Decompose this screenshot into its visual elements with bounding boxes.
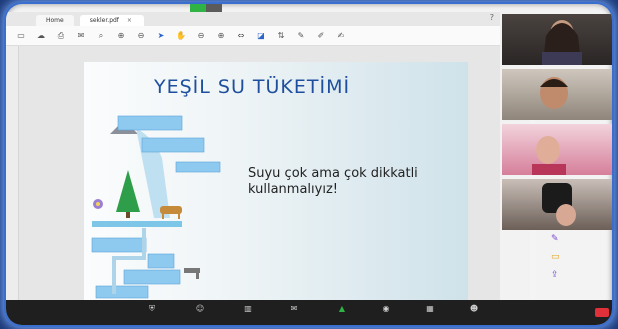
video-tile[interactable] [502, 14, 612, 65]
breakout-rooms-icon: ▦ [426, 304, 434, 313]
slide-body-text: Suyu çok ama çok dikkatli kullanmalıyız! [248, 166, 418, 197]
participant-video [542, 20, 582, 65]
app-window: Home sekler.pdf × ? ▭ ☁ ⎙ ✉ ⌕ ⊕ ⊖ ➤ ✋ ⊖ … [6, 4, 612, 325]
view-mode-icon[interactable]: ◪ [256, 31, 266, 40]
reactions-button[interactable]: ☻ [454, 303, 494, 316]
water-cycle-diagram [91, 115, 221, 299]
video-tile[interactable] [502, 124, 612, 175]
slide-page: YEŞİL SU TÜKETİMİ Suyu çok ama çok dikka… [84, 62, 468, 300]
meeting-controls-bar: ⛨ ☺ ▥ ✉ ▲ ◉ ▦ ☻ [6, 300, 612, 325]
record-icon: ◉ [382, 304, 390, 313]
security-icon: ⛨ [149, 304, 155, 313]
export-icon[interactable]: ⇪ [551, 270, 559, 280]
comment-icon[interactable]: ✎ [296, 31, 306, 40]
hand-icon[interactable]: ✋ [176, 31, 186, 40]
share-screen-icon: ▲ [338, 304, 346, 313]
pdf-toolbar: ▭ ☁ ⎙ ✉ ⌕ ⊕ ⊖ ➤ ✋ ⊖ ⊕ ⇔ ◪ ⇅ ✎ ✐ ✍ [6, 26, 500, 46]
pdf-tab-bar: Home sekler.pdf × ? [6, 12, 500, 26]
chat-icon: ✉ [290, 304, 298, 313]
tab-document[interactable]: sekler.pdf × [79, 15, 144, 26]
record-button[interactable]: ◉ [366, 303, 406, 316]
participant-video [542, 183, 576, 226]
video-tile[interactable] [502, 179, 612, 230]
cursor-icon[interactable]: ➤ [156, 31, 166, 40]
page-down-icon[interactable]: ⊖ [136, 31, 146, 40]
participants-icon: ☺ [195, 304, 205, 313]
video-tile[interactable] [502, 69, 612, 120]
folder-icon[interactable]: ▭ [551, 252, 560, 262]
breakout-rooms-button[interactable]: ▦ [410, 303, 450, 316]
cloud-icon[interactable]: ☁ [36, 31, 46, 40]
chat-button[interactable]: ✉ [274, 303, 314, 316]
security-button[interactable]: ⛨ [132, 303, 172, 316]
help-icon[interactable]: ? [490, 13, 494, 22]
screen-share-banner [190, 4, 222, 13]
tab-home[interactable]: Home [36, 15, 74, 26]
sign-icon[interactable]: ✍ [336, 31, 346, 40]
mail-icon[interactable]: ✉ [76, 31, 86, 40]
polls-icon: ▥ [244, 304, 252, 313]
scroll-mode-icon[interactable]: ⇅ [276, 31, 286, 40]
slide-title: YEŞİL SU TÜKETİMİ [154, 76, 351, 98]
print-icon[interactable]: ⎙ [56, 31, 66, 41]
polls-button[interactable]: ▥ [228, 303, 268, 316]
new-icon[interactable]: ▭ [16, 31, 26, 40]
participants-button[interactable]: ☺ [180, 303, 220, 316]
search-icon[interactable]: ⌕ [96, 31, 106, 41]
share-screen-button[interactable]: ▲ [322, 303, 362, 316]
participant-video [532, 136, 566, 175]
fit-icon[interactable]: ⇔ [236, 31, 246, 40]
end-meeting-button[interactable] [595, 308, 609, 317]
edit-icon[interactable]: ✎ [551, 234, 559, 244]
video-gallery [502, 14, 612, 230]
zoom-in-icon[interactable]: ⊕ [216, 31, 226, 40]
highlight-icon[interactable]: ✐ [316, 31, 326, 40]
zoom-out-icon[interactable]: ⊖ [196, 31, 206, 40]
reactions-icon: ☻ [469, 304, 479, 313]
page-up-icon[interactable]: ⊕ [116, 31, 126, 40]
left-panel-toggle[interactable] [6, 46, 19, 300]
participant-video [540, 77, 568, 109]
tab-document-label: sekler.pdf [89, 17, 119, 24]
close-icon[interactable]: × [127, 17, 132, 24]
